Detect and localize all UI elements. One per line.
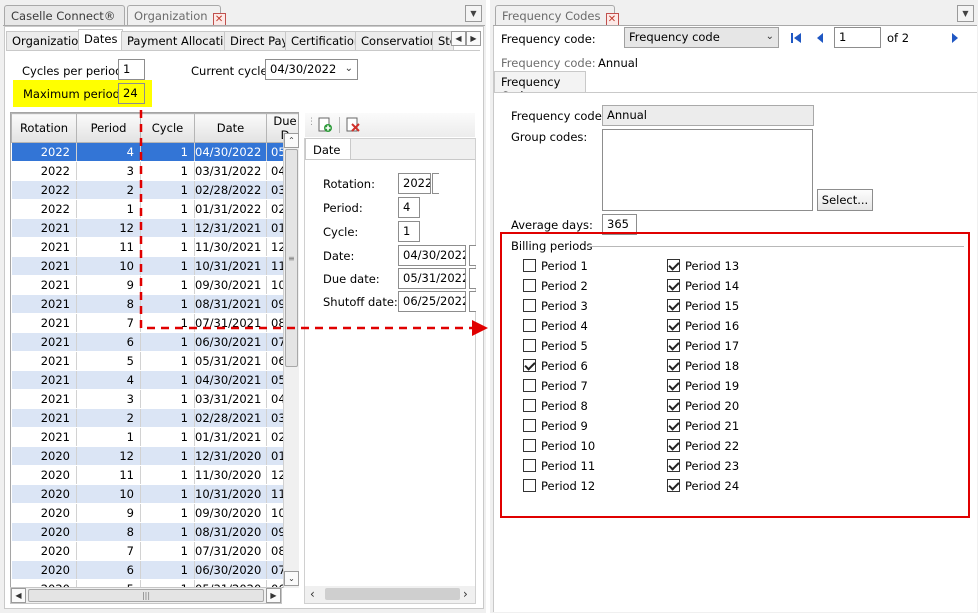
annotation-arrow [139, 110, 488, 336]
